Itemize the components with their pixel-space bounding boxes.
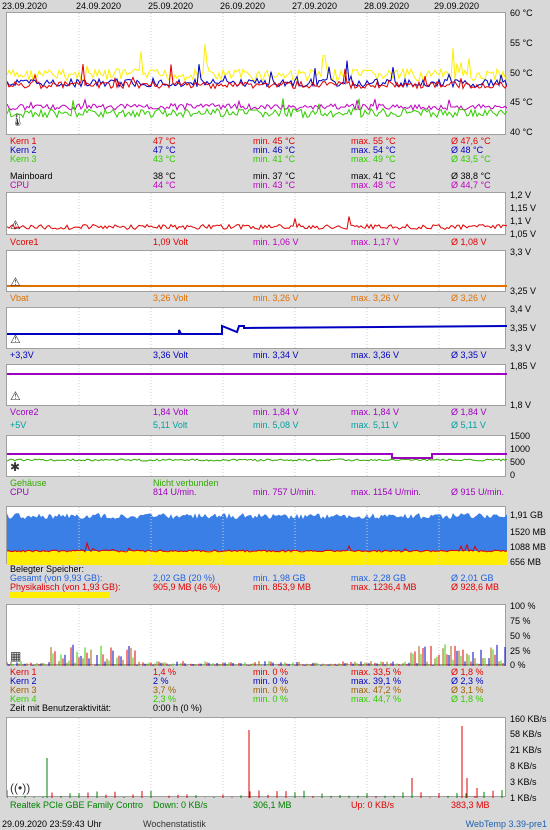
net-y-label: 58 KB/s <box>510 729 542 739</box>
date-label: 27.09.2020 <box>292 1 338 11</box>
fan-y-label: 1500 <box>510 431 531 441</box>
date-label: 28.09.2020 <box>364 1 410 11</box>
temperature-plot <box>7 13 507 136</box>
temp-row-kern3: Kern 3 43 °C min. 41 °C max. 49 °C Ø 43,5 °C <box>10 154 491 164</box>
v33-y-label: 3,35 V <box>510 323 537 333</box>
cpu-y-label: 100 % <box>510 601 536 611</box>
date-label: 29.09.2020 <box>434 1 480 11</box>
fan-row-cpu: CPU 814 U/min. min. 757 U/min. max. 1154 U/… <box>10 487 505 497</box>
vcore1-line <box>7 216 507 231</box>
fan-chart: ✱ <box>6 435 507 478</box>
mem-row-physisch: Physikalisch (von 1,93 GB): 905,9 MB (46 … <box>10 582 500 592</box>
memory-plot <box>7 507 507 565</box>
mem-y-label: 1088 MB <box>510 542 547 552</box>
fan-cpu-line <box>7 453 507 459</box>
cpu-load-plot <box>7 605 506 666</box>
vbat-y-label: 3,3 V <box>510 247 532 257</box>
net-y-label: 3 KB/s <box>510 777 537 787</box>
temp-y-label: 55 °C <box>510 38 533 48</box>
v33-y-label: 3,4 V <box>510 304 532 314</box>
temp-row-cpu: CPU 44 °C min. 43 °C max. 48 °C Ø 44,7 °C <box>10 180 491 190</box>
v33-plot <box>7 308 507 350</box>
temp-line-cpu <box>7 98 507 112</box>
cpu-load-chart: ▦ <box>6 604 506 666</box>
status-datetime: 29.09.2020 23:59:43 Uhr <box>2 819 102 829</box>
vbat-row: Vbat 3,26 Volt min. 3,26 Vmax. 3,26 VØ 3,2… <box>10 293 487 303</box>
vcore-y-label: 1,15 V <box>510 203 537 213</box>
fan-case-line <box>7 458 507 462</box>
network-plot <box>7 718 503 798</box>
date-label: 24.09.2020 <box>76 1 122 11</box>
voltage-warning-icon: ⚠ <box>10 218 21 232</box>
net-row: Realtek PCIe GBE Family Contro Down: 0 K… <box>10 800 490 810</box>
cpu-y-label: 75 % <box>510 616 531 626</box>
status-mode: Wochenstatistik <box>143 819 206 829</box>
v33-chart: ⚠ <box>6 307 507 350</box>
mem-physical-area <box>7 551 507 565</box>
fan-icon: ✱ <box>10 460 21 474</box>
vcore-y-label: 1,2 V <box>510 190 532 200</box>
voltage-warning-icon: ⚠ <box>10 389 21 403</box>
date-label: 23.09.2020 <box>2 1 48 11</box>
v33-row: +3,3V 3,36 Volt min. 3,34 Vmax. 3,36 VØ 3,… <box>10 350 487 360</box>
vcore-y-label: 1,1 V <box>510 216 532 226</box>
date-label: 25.09.2020 <box>148 1 194 11</box>
fan-y-label: 500 <box>510 457 526 467</box>
temp-y-label: 60 °C <box>510 8 533 18</box>
thermometer-icon: 🌡 <box>10 113 26 127</box>
temp-y-label: 45 °C <box>510 97 533 107</box>
mem-y-label: 1520 MB <box>510 527 547 537</box>
v33-line <box>7 324 507 335</box>
vcore1-chart: ⚠ <box>6 192 507 236</box>
status-bar: 29.09.2020 23:59:43 Uhr Wochenstatistik … <box>0 818 550 830</box>
vcore1-plot <box>7 193 507 236</box>
cpu-y-label: 25 % <box>510 646 531 656</box>
cpu-usertime-row: Zeit mit Benutzeraktivität: 0:00 h (0 %) <box>10 703 203 713</box>
net-y-label: 8 KB/s <box>510 761 537 771</box>
fan-plot <box>7 436 507 478</box>
vcore2-plot <box>7 365 507 407</box>
chip-icon: ▦ <box>10 649 22 663</box>
date-label: 26.09.2020 <box>220 1 266 11</box>
temp-y-label: 50 °C <box>510 68 533 78</box>
v5-row: +5V 5,11 Volt min. 5,08 Vmax. 5,11 VØ 5,11… <box>10 420 486 430</box>
vcore2-chart: ⚠ <box>6 364 507 407</box>
net-y-label: 21 KB/s <box>510 745 542 755</box>
memory-chart <box>6 506 507 565</box>
vcore1-row: Vcore1 1,09 Volt min. 1,06 Vmax. 1,17 VØ 1… <box>10 237 487 247</box>
voltage-warning-icon: ⚠ <box>10 275 21 289</box>
cpu-y-label: 50 % <box>510 631 531 641</box>
mem-y-label: 1,91 GB <box>510 510 544 520</box>
net-y-label: 160 KB/s <box>510 714 547 724</box>
vbat-chart: ⚠ <box>6 250 507 293</box>
vbat-plot <box>7 251 507 293</box>
voltage-warning-icon: ⚠ <box>10 332 21 346</box>
fan-y-label: 1000 <box>510 444 531 454</box>
network-chart: ((•)) <box>6 717 506 798</box>
app-version-link[interactable]: WebTemp 3.39-pre1 <box>466 819 547 829</box>
vcore2-y-label: 1,85 V <box>510 361 537 371</box>
network-icon: ((•)) <box>10 781 31 795</box>
mem-yellow-swatch <box>10 592 110 598</box>
temperature-chart: 🌡 <box>6 12 507 136</box>
vcore2-row: Vcore2 1,84 Volt min. 1,84 Vmax. 1,84 VØ 1… <box>10 407 487 417</box>
